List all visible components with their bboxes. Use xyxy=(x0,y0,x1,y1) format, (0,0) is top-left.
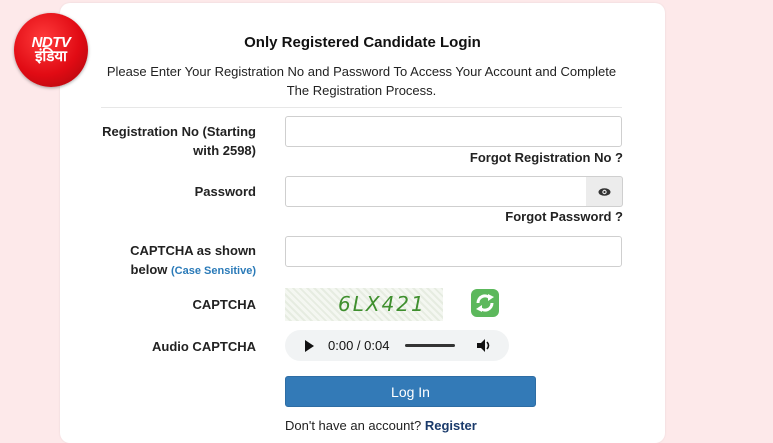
page-title: Only Registered Candidate Login xyxy=(244,34,481,51)
forgot-registration-link[interactable]: Forgot Registration No ? xyxy=(470,150,623,165)
show-password-button[interactable] xyxy=(586,176,623,207)
registration-label-line1: Registration No (Starting xyxy=(102,124,256,139)
no-account-text: Don't have an account? xyxy=(285,418,422,433)
captcha-label: CAPTCHA xyxy=(192,297,256,312)
audio-progress-bar[interactable] xyxy=(405,344,455,347)
captcha-input[interactable] xyxy=(285,236,622,267)
volume-icon[interactable] xyxy=(476,338,492,353)
refresh-icon xyxy=(471,289,499,317)
registration-label-line2: with 2598) xyxy=(193,143,256,158)
captcha-input-label-line1: CAPTCHA as shown xyxy=(130,243,256,258)
password-input[interactable] xyxy=(285,176,587,207)
refresh-captcha-button[interactable] xyxy=(470,288,500,323)
forgot-password-link[interactable]: Forgot Password ? xyxy=(505,209,623,224)
register-link[interactable]: Register xyxy=(425,418,477,433)
eye-icon xyxy=(598,188,611,196)
registration-input[interactable] xyxy=(285,116,622,147)
audio-time: 0:00 / 0:04 xyxy=(328,338,390,353)
captcha-input-label-line2: below xyxy=(130,262,168,277)
audio-captcha-label: Audio CAPTCHA xyxy=(152,339,256,354)
login-button[interactable]: Log In xyxy=(285,376,536,407)
register-prompt: Don't have an account? Register xyxy=(285,418,477,433)
registration-label: Registration No (Starting with 2598) xyxy=(102,122,256,160)
captcha-input-label: CAPTCHA as shown below (Case Sensitive) xyxy=(130,241,256,281)
header-divider xyxy=(101,107,622,108)
page-subtitle: Please Enter Your Registration No and Pa… xyxy=(106,64,617,98)
case-sensitive-hint: (Case Sensitive) xyxy=(171,265,256,277)
audio-captcha-player[interactable]: 0:00 / 0:04 xyxy=(285,330,509,361)
password-label: Password xyxy=(194,184,256,199)
play-icon[interactable] xyxy=(305,340,314,352)
logo-text-line2: इंडिया xyxy=(35,48,67,65)
captcha-image-text: 6LX421 xyxy=(338,292,426,316)
